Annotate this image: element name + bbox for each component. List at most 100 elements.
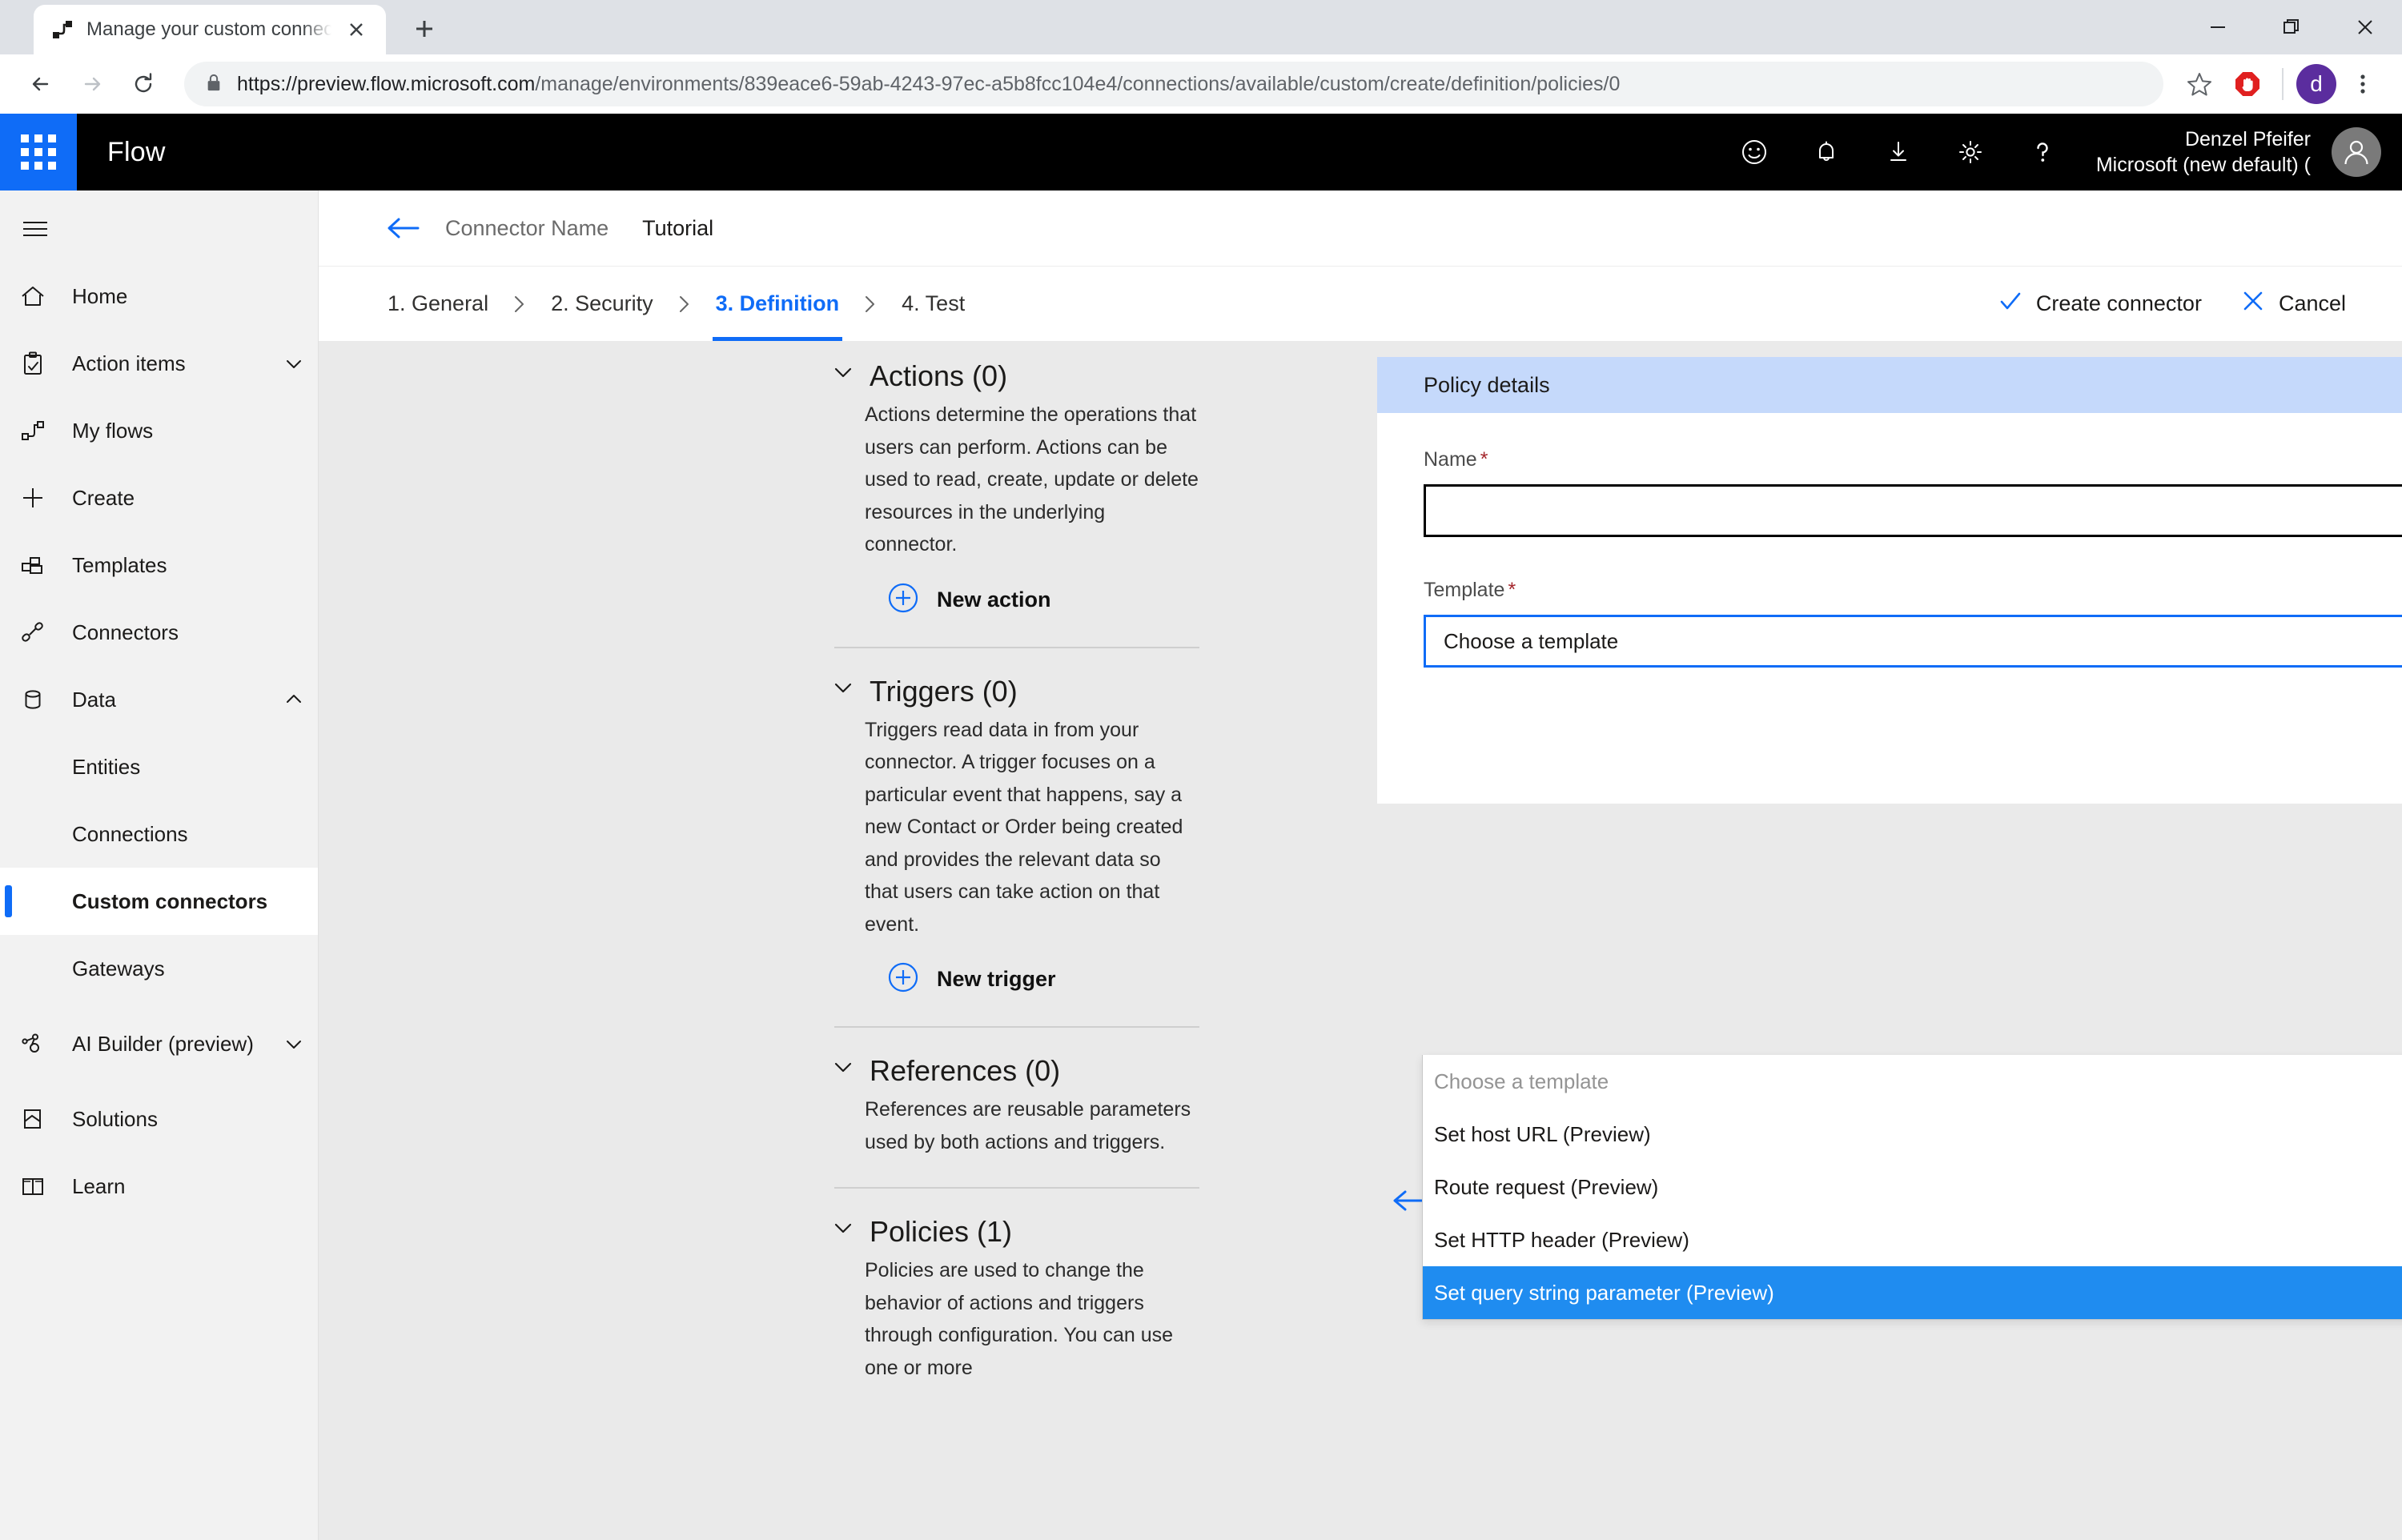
sidebar-item-home[interactable]: Home [0, 263, 318, 330]
sidebar-item-learn[interactable]: Learn [0, 1153, 318, 1220]
reload-icon[interactable] [120, 61, 167, 107]
sidebar: Home Action items My flows Create Templa… [0, 190, 319, 1540]
create-connector-button[interactable]: Create connector [1998, 288, 2202, 319]
new-action-button[interactable]: New action [831, 582, 1199, 618]
dropdown-option-set-http-header[interactable]: Set HTTP header (Preview) [1423, 1213, 2402, 1266]
url-path: /manage/environments/839eace6-59ab-4243-… [535, 72, 1621, 95]
section-divider [834, 1187, 1199, 1189]
forward-icon[interactable] [69, 61, 115, 107]
policy-details-header: Policy details [1377, 357, 2402, 413]
dropdown-option-placeholder[interactable]: Choose a template [1423, 1055, 2402, 1108]
user-name: Denzel Pfeifer [2184, 128, 2311, 150]
flow-app: Flow Denzel Pfeifer Microsoft (new defau… [0, 114, 2402, 1540]
clipboard-check-icon [19, 350, 72, 377]
sidebar-item-label: Connections [72, 821, 188, 846]
section-description: Actions determine the operations that us… [865, 403, 1199, 555]
section-triggers-header[interactable]: Triggers (0) [831, 676, 1199, 706]
sidebar-item-templates[interactable]: Templates [0, 531, 318, 599]
wizard-step-definition[interactable]: 3. Definition [712, 267, 843, 342]
section-title: Policies (1) [870, 1215, 1013, 1248]
close-icon[interactable] [344, 18, 368, 42]
section-description: References are reusable parameters used … [865, 1098, 1191, 1153]
sidebar-item-custom-connectors[interactable]: Custom connectors [0, 868, 318, 935]
name-input[interactable] [1444, 498, 2396, 523]
sidebar-item-label: My flows [72, 418, 154, 443]
check-icon [1998, 288, 2023, 319]
section-description: Policies are used to change the behavior… [865, 1259, 1174, 1379]
sidebar-item-connections[interactable]: Connections [0, 800, 318, 868]
wizard-step-test[interactable]: 4. Test [898, 267, 968, 342]
solutions-icon [19, 1105, 72, 1133]
browser-profile-avatar[interactable]: d [2296, 64, 2336, 104]
sidebar-item-action-items[interactable]: Action items [0, 330, 318, 397]
browser-menu-icon[interactable] [2341, 62, 2384, 106]
sidebar-item-label: Custom connectors [72, 888, 268, 913]
app-body: Home Action items My flows Create Templa… [0, 190, 2402, 1540]
chevron-up-icon[interactable] [270, 688, 318, 711]
sidebar-item-label: Templates [72, 552, 167, 577]
avatar[interactable] [2332, 127, 2381, 177]
sidebar-item-solutions[interactable]: Solutions [0, 1085, 318, 1153]
new-tab-button[interactable] [407, 11, 442, 46]
download-icon[interactable] [1862, 114, 1934, 190]
sidebar-item-create[interactable]: Create [0, 464, 318, 531]
create-connector-label: Create connector [2035, 291, 2202, 315]
user-info[interactable]: Denzel Pfeifer Microsoft (new default) ( [2079, 126, 2332, 178]
breadcrumb-connector-name[interactable]: Connector Name [445, 216, 609, 241]
chevron-down-icon[interactable] [270, 1033, 318, 1055]
settings-gear-icon[interactable] [1934, 114, 2006, 190]
sidebar-item-ai-builder[interactable]: AI Builder (preview) [0, 1002, 318, 1085]
sidebar-item-label: Gateways [72, 956, 165, 981]
panel-bottom-spacer [1424, 668, 2402, 764]
section-divider [834, 646, 1199, 648]
dropdown-option-set-query-string-parameter[interactable]: Set query string parameter (Preview) [1423, 1266, 2402, 1319]
sidebar-item-connectors[interactable]: Connectors [0, 599, 318, 666]
bookmark-star-icon[interactable] [2178, 62, 2221, 106]
sidebar-item-data[interactable]: Data [0, 666, 318, 733]
chevron-down-icon[interactable] [831, 1216, 855, 1244]
template-select[interactable]: Choose a template ! [1424, 615, 2402, 668]
waffle-icon[interactable] [0, 114, 77, 190]
plus-icon [19, 484, 72, 511]
chevron-down-icon[interactable] [831, 360, 855, 388]
sidebar-item-label: Create [72, 485, 135, 510]
breadcrumb-current[interactable]: Tutorial [642, 216, 713, 241]
section-title: References (0) [870, 1054, 1061, 1087]
template-dropdown-list[interactable]: Choose a template Set host URL (Preview)… [1422, 1055, 2402, 1320]
close-window-icon[interactable] [2328, 0, 2402, 54]
template-selected-value: Choose a template [1444, 628, 1619, 653]
cancel-button[interactable]: Cancel [2240, 288, 2346, 319]
book-icon [19, 1173, 72, 1200]
name-field-label: Name * [1424, 448, 2402, 471]
browser-toolbar: https://preview.flow.microsoft.com/manag… [0, 54, 2402, 114]
required-asterisk: * [1480, 448, 1488, 471]
sidebar-item-my-flows[interactable]: My flows [0, 397, 318, 464]
browser-tab[interactable]: Manage your custom connectors [34, 5, 386, 54]
minimize-icon[interactable] [2181, 0, 2255, 54]
back-icon[interactable] [18, 61, 64, 107]
dropdown-option-route-request[interactable]: Route request (Preview) [1423, 1161, 2402, 1213]
chevron-down-icon[interactable] [270, 352, 318, 375]
adblock-extension-icon[interactable] [2226, 62, 2269, 106]
wizard-step-general[interactable]: 1. General [384, 267, 492, 342]
sidebar-item-gateways[interactable]: Gateways [0, 935, 318, 1002]
hamburger-menu-icon[interactable] [0, 195, 318, 263]
wizard-step-security[interactable]: 2. Security [548, 267, 657, 342]
back-arrow-icon[interactable] [384, 210, 421, 247]
notification-bell-icon[interactable] [1790, 114, 1862, 190]
dropdown-option-set-host-url[interactable]: Set host URL (Preview) [1423, 1108, 2402, 1161]
name-input-wrapper[interactable]: ! [1424, 484, 2402, 537]
help-question-icon[interactable] [2006, 114, 2079, 190]
chevron-down-icon[interactable] [831, 1055, 855, 1083]
feedback-smiley-icon[interactable] [1718, 114, 1790, 190]
address-bar[interactable]: https://preview.flow.microsoft.com/manag… [184, 62, 2163, 106]
section-policies-header[interactable]: Policies (1) [831, 1216, 1199, 1246]
section-references-header[interactable]: References (0) [831, 1055, 1199, 1085]
new-trigger-button[interactable]: New trigger [831, 961, 1199, 997]
template-label-text: Template [1424, 579, 1505, 601]
chevron-down-icon[interactable] [831, 676, 855, 704]
maximize-icon[interactable] [2255, 0, 2328, 54]
sidebar-item-entities[interactable]: Entities [0, 733, 318, 800]
section-actions-header[interactable]: Actions (0) [831, 360, 1199, 391]
section-actions: Actions (0) Actions determine the operat… [831, 360, 1199, 648]
